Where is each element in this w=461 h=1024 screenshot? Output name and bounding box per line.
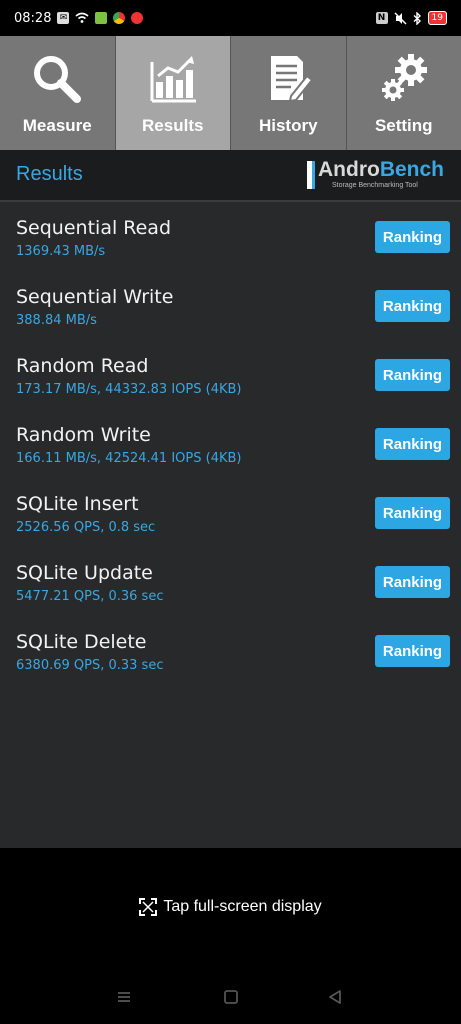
result-value: 173.17 MB/s, 44332.83 IOPS (4KB): [16, 382, 242, 397]
result-name: Sequential Write: [16, 286, 174, 308]
result-row-sqlite-delete: SQLite Delete 6380.69 QPS, 0.33 sec Rank…: [0, 616, 461, 685]
battery-level: 19: [431, 13, 443, 23]
result-name: Random Write: [16, 424, 151, 446]
logo-text-part1: Andro: [318, 158, 380, 181]
page-title: Results: [16, 163, 83, 185]
tab-label: Setting: [374, 116, 433, 135]
result-value: 1369.43 MB/s: [16, 244, 106, 259]
ranking-button[interactable]: Ranking: [375, 428, 450, 460]
bottom-area: Tap full-screen display: [0, 848, 461, 1024]
result-row-sqlite-update: SQLite Update 5477.21 QPS, 0.36 sec Rank…: [0, 547, 461, 616]
notification-icon: ✉: [57, 12, 70, 24]
result-value: 166.11 MB/s, 42524.41 IOPS (4KB): [16, 451, 242, 466]
status-time: 08:28: [14, 10, 52, 26]
fullscreen-prompt[interactable]: Tap full-screen display: [0, 898, 461, 916]
tab-history[interactable]: History: [231, 36, 347, 150]
system-nav-bar: [0, 990, 461, 1010]
battery-icon: 19: [427, 11, 447, 25]
tab-label: History: [258, 116, 318, 135]
bar-chart-icon: [150, 56, 196, 103]
app-icon: [95, 12, 108, 24]
result-row-sequential-write: Sequential Write 388.84 MB/s Ranking: [0, 271, 461, 340]
result-name: SQLite Update: [16, 562, 153, 584]
status-bar: 08:28 ✉ N 19: [0, 0, 461, 36]
tab-label: Results: [142, 116, 204, 135]
menu-nav-icon[interactable]: [116, 990, 132, 1004]
result-value: 6380.69 QPS, 0.33 sec: [16, 658, 164, 673]
result-value: 388.84 MB/s: [16, 313, 97, 328]
results-header: Results AndroBench Storage Benchmarking …: [0, 150, 461, 202]
result-name: Sequential Read: [16, 217, 172, 239]
ranking-button[interactable]: Ranking: [375, 566, 450, 598]
app-icon-red: [131, 12, 144, 24]
result-row-random-read: Random Read 173.17 MB/s, 44332.83 IOPS (…: [0, 340, 461, 409]
back-nav-icon[interactable]: [327, 990, 343, 1004]
logo-text: AndroBench: [318, 158, 444, 182]
tab-bar: Measure Results History Setting: [0, 36, 461, 150]
gears-icon: [381, 54, 427, 101]
ranking-button[interactable]: Ranking: [375, 290, 450, 322]
magnifier-icon: [34, 56, 82, 103]
logo-text-part2: Bench: [379, 158, 445, 181]
ranking-button[interactable]: Ranking: [375, 497, 450, 529]
tab-measure[interactable]: Measure: [0, 36, 116, 150]
ranking-button[interactable]: Ranking: [375, 221, 450, 253]
results-list: Sequential Read 1369.43 MB/s Ranking Seq…: [0, 202, 461, 848]
bluetooth-icon: [413, 11, 422, 25]
fullscreen-icon: [139, 898, 158, 916]
document-edit-icon: [271, 56, 314, 103]
result-name: SQLite Delete: [16, 631, 147, 653]
home-nav-icon[interactable]: [223, 990, 239, 1004]
ranking-button[interactable]: Ranking: [375, 635, 450, 667]
result-row-sqlite-insert: SQLite Insert 2526.56 QPS, 0.8 sec Ranki…: [0, 478, 461, 547]
mute-icon: [394, 11, 407, 25]
logo-bar-accent: [312, 161, 315, 189]
wifi-icon: [75, 11, 89, 25]
nfc-icon: N: [375, 12, 388, 24]
result-name: SQLite Insert: [16, 493, 139, 515]
ranking-button[interactable]: Ranking: [375, 359, 450, 391]
tab-setting[interactable]: Setting: [346, 36, 461, 150]
result-name: Random Read: [16, 355, 149, 377]
chrome-icon: [113, 12, 126, 24]
status-left: 08:28 ✉: [14, 10, 144, 26]
status-right: N 19: [375, 11, 447, 25]
result-value: 2526.56 QPS, 0.8 sec: [16, 520, 156, 535]
result-row-sequential-read: Sequential Read 1369.43 MB/s Ranking: [0, 202, 461, 271]
tab-results[interactable]: Results: [115, 36, 231, 150]
fullscreen-label: Tap full-screen display: [163, 898, 322, 915]
tab-label: Measure: [22, 116, 92, 135]
androbench-logo: AndroBench Storage Benchmarking Tool: [307, 158, 445, 192]
logo-subtitle: Storage Benchmarking Tool: [332, 182, 418, 189]
result-row-random-write: Random Write 166.11 MB/s, 42524.41 IOPS …: [0, 409, 461, 478]
result-value: 5477.21 QPS, 0.36 sec: [16, 589, 164, 604]
